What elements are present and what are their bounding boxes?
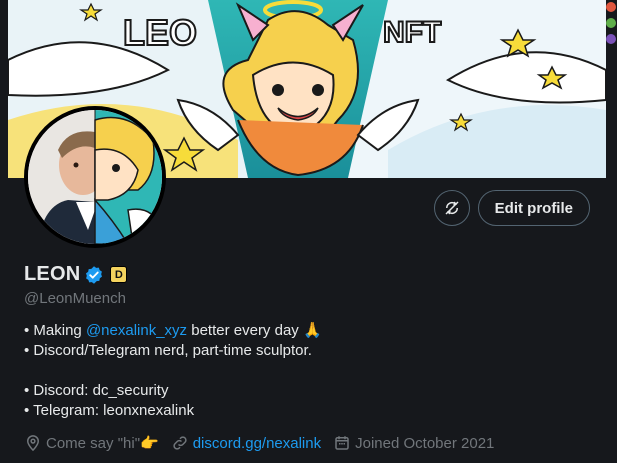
bio-text: • Making [24,322,86,339]
scrollbar-markers [606,0,617,60]
user-handle: @LeonMuench [24,290,126,307]
svg-text:NFT: NFT [383,16,441,49]
sync-off-button[interactable] [433,190,470,226]
link-icon [173,436,187,450]
svg-text:LEO: LEO [123,12,197,53]
red-marker-icon [606,2,616,12]
verified-badge-icon[interactable] [84,265,104,285]
calendar-icon [335,436,349,450]
purple-marker-icon [606,34,616,44]
avatar[interactable] [24,106,166,248]
bio-spacer [24,361,322,381]
profile-meta: Come say "hi"👉 discord.gg/nexalink Joine… [24,434,506,452]
joined-text: Joined October 2021 [355,434,495,452]
bio: • Making @nexalink_xyz better every day … [24,321,322,421]
affiliate-badge[interactable]: D [110,266,128,283]
profile-actions: Edit profile [433,190,590,226]
location-pin-icon [26,435,40,452]
bio-text: better every day 🙏 [187,322,322,339]
left-gutter [0,0,8,463]
website-item: discord.gg/nexalink [171,434,321,452]
right-gutter [606,0,617,463]
name-row: LEON D [24,263,128,286]
location-item: Come say "hi"👉 [24,434,159,452]
location-text: Come say "hi"👉 [46,435,159,452]
bio-line-2: • Discord/Telegram nerd, part-time sculp… [24,342,312,359]
bio-line-4: • Telegram: leonxnexalink [24,402,195,419]
green-marker-icon [606,18,616,28]
mention-link[interactable]: @nexalink_xyz [86,322,187,339]
bio-line-3: • Discord: dc_security [24,382,169,399]
website-link[interactable]: discord.gg/nexalink [193,435,321,452]
edit-profile-button[interactable]: Edit profile [477,190,590,226]
bio-line-1: • Making @nexalink_xyz better every day … [24,321,322,341]
joined-item: Joined October 2021 [333,434,494,452]
profile-section: Edit profile LEON D @LeonMuench • Making… [8,106,606,463]
sync-off-icon [445,201,459,215]
display-name: LEON [24,263,81,285]
